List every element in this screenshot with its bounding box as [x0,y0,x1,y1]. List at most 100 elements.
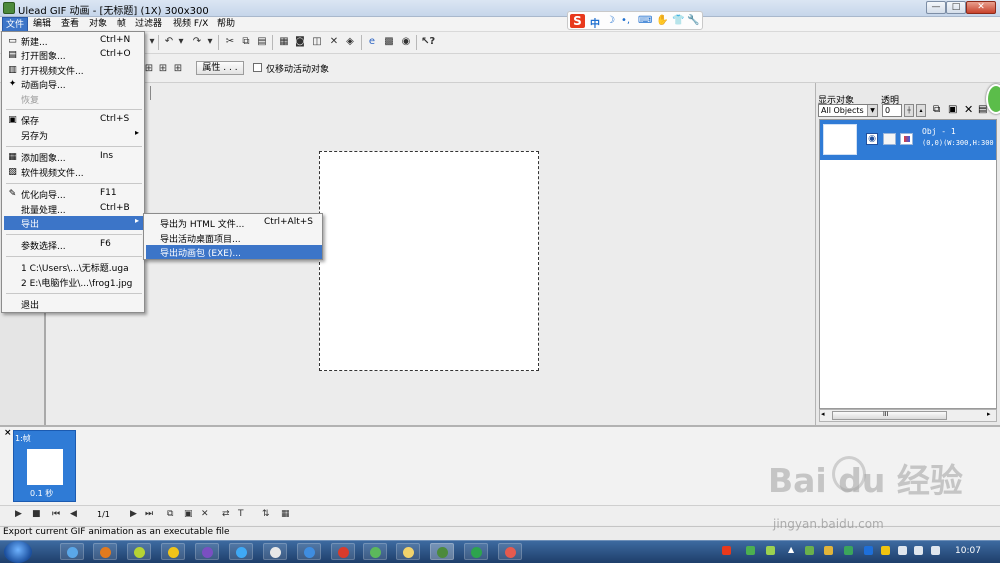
transparency-spin-icon[interactable]: ▴ [916,104,926,117]
tray-volume-icon[interactable] [931,546,940,555]
move-active-only-checkbox[interactable] [253,63,262,72]
ime-toolbar[interactable]: S 中 ☽ •, ⌨ ✋ 👕 🔧 [567,11,703,30]
add-frame-icon[interactable]: ⧉ [167,509,173,519]
properties-button[interactable]: 属性 . . . [196,61,244,75]
stop-icon[interactable]: ■ [32,509,41,519]
tray-power-icon[interactable] [914,546,923,555]
menu-view[interactable]: 查看 [58,17,82,32]
undo-icon[interactable]: ↶ [163,36,175,48]
sogou-logo-icon[interactable]: S [570,14,585,28]
redo-dropdown-icon[interactable]: ▾ [204,36,216,48]
submenu-item-export-html[interactable]: 导出为 HTML 文件... Ctrl+Alt+S [146,216,322,230]
menu-item-save[interactable]: ▣ 保存 Ctrl+S [4,113,144,127]
show-objects-select[interactable]: All Objects ▼ [818,104,878,117]
menu-item-recent-2[interactable]: 2 E:\电脑作业\...\frog1.jpg [4,275,144,289]
tray-app4-icon[interactable] [881,546,890,555]
taskbar-app-ulead[interactable] [430,543,454,560]
menu-item-export[interactable]: 导出 ▸ [4,216,144,230]
menu-item-new[interactable]: ▭ 新建... Ctrl+N [4,34,144,48]
minimize-button[interactable]: — [926,1,946,14]
web-icon[interactable]: ◉ [400,36,412,48]
taskbar-app-13[interactable] [464,543,488,560]
tray-expand-icon[interactable]: ▲ [788,545,794,554]
tray-network-icon[interactable] [746,546,755,555]
tray-app3-icon[interactable] [824,546,833,555]
ime-skin-icon[interactable]: 👕 [672,15,684,26]
copy-object-icon[interactable]: ▣ [948,104,957,115]
taskbar-app-2[interactable] [93,543,117,560]
ime-punct-icon[interactable]: •, [621,15,630,26]
frame-panel-close-icon[interactable]: × [4,428,12,438]
tray-shield-icon[interactable] [844,546,853,555]
taskbar-app-11[interactable] [396,543,420,560]
taskbar-app-8[interactable] [297,543,321,560]
object-list[interactable] [819,119,997,409]
copy-icon[interactable]: ⧉ [240,36,252,48]
menu-item-video-file[interactable]: ▧ 软件视频文件... [4,165,144,179]
scroll-left-icon[interactable]: ◂ [821,410,825,418]
image-canvas[interactable] [319,151,539,371]
color-swatch-icon[interactable] [900,133,913,145]
align-center-icon[interactable]: ⊞ [157,63,169,75]
scrollbar-thumb[interactable]: III [832,411,947,420]
menu-help[interactable]: 帮助 [214,17,238,32]
align-right-icon[interactable]: ⊞ [172,63,184,75]
lock-toggle-icon[interactable] [883,133,896,145]
menu-item-optimize[interactable]: ✎ 优化向导... F11 [4,187,144,201]
first-frame-icon[interactable]: ⏮ [52,509,60,519]
transparency-input[interactable]: 0 [882,104,902,117]
paste-icon[interactable]: ▤ [256,36,268,48]
ime-hand-icon[interactable]: ✋ [656,15,668,26]
maximize-button[interactable]: □ [946,1,966,14]
menu-item-preferences[interactable]: 参数选择... F6 [4,238,144,252]
grid-icon[interactable]: ▦ [278,36,290,48]
ime-keyboard-icon[interactable]: ⌨ [638,15,652,26]
menu-video-fx[interactable]: 视频 F/X [170,17,211,32]
rotate-icon[interactable]: ◈ [344,36,356,48]
tray-app-icon[interactable] [766,546,775,555]
tray-bluetooth-icon[interactable] [864,546,873,555]
taskbar-app-6[interactable] [229,543,253,560]
last-frame-icon[interactable]: ⏭ [145,509,153,519]
frame-props-icon[interactable]: ◙ [294,36,306,48]
transparency-slider-icon[interactable]: ┼ [904,104,914,117]
menu-item-open-video[interactable]: ▥ 打开视频文件... [4,63,144,77]
play-icon[interactable]: ▶ [15,509,22,519]
context-help-icon[interactable]: ↖? [421,36,435,48]
duplicate-frame-icon[interactable]: ▣ [184,509,193,519]
taskbar-app-1[interactable] [60,543,84,560]
menu-item-wizard[interactable]: ✦ 动画向导... [4,77,144,91]
select-arrow-icon[interactable]: ▼ [867,105,877,116]
taskbar-app-9[interactable] [331,543,355,560]
tray-sogou-icon[interactable] [722,546,731,555]
menu-item-open-image[interactable]: ▤ 打开图象... Ctrl+O [4,48,144,62]
menu-edit[interactable]: 编辑 [30,17,54,32]
taskbar-app-7[interactable] [263,543,287,560]
dropdown-arrow-icon[interactable]: ▾ [146,36,158,48]
redo-icon[interactable]: ↷ [191,36,203,48]
tray-app2-icon[interactable] [805,546,814,555]
taskbar-app-4[interactable] [161,543,185,560]
next-frame-icon[interactable]: ▶ [130,509,137,519]
menu-filter[interactable]: 过滤器 [132,17,165,32]
duplicate-object-icon[interactable]: ⧉ [933,104,940,115]
menu-item-recent-1[interactable]: 1 C:\Users\...\无标题.uga [4,260,144,274]
eye-visibility-icon[interactable]: ◉ [866,133,878,145]
menu-item-add-image[interactable]: ▦ 添加图象... Ins [4,150,144,164]
optimize-icon[interactable]: ▩ [383,36,395,48]
merge-object-icon[interactable]: ▤ [978,104,987,115]
menu-item-batch[interactable]: 批量处理... Ctrl+B [4,202,144,216]
taskbar-app-10[interactable] [363,543,387,560]
tween-icon[interactable]: ⇄ [222,509,230,519]
menu-frame[interactable]: 帧 [114,17,129,32]
taskbar-app-5[interactable] [195,543,219,560]
close-button[interactable]: ✕ [966,1,996,14]
menu-object[interactable]: 对象 [86,17,110,32]
submenu-item-export-desktop[interactable]: 导出活动桌面项目... [146,231,322,245]
tray-device-icon[interactable] [898,546,907,555]
browser-preview-icon[interactable]: e [366,36,378,48]
taskbar-clock[interactable]: 10:07 [955,546,981,556]
scroll-right-icon[interactable]: ▸ [987,410,991,418]
reverse-icon[interactable]: ⇅ [262,509,270,519]
start-button[interactable] [4,541,32,563]
